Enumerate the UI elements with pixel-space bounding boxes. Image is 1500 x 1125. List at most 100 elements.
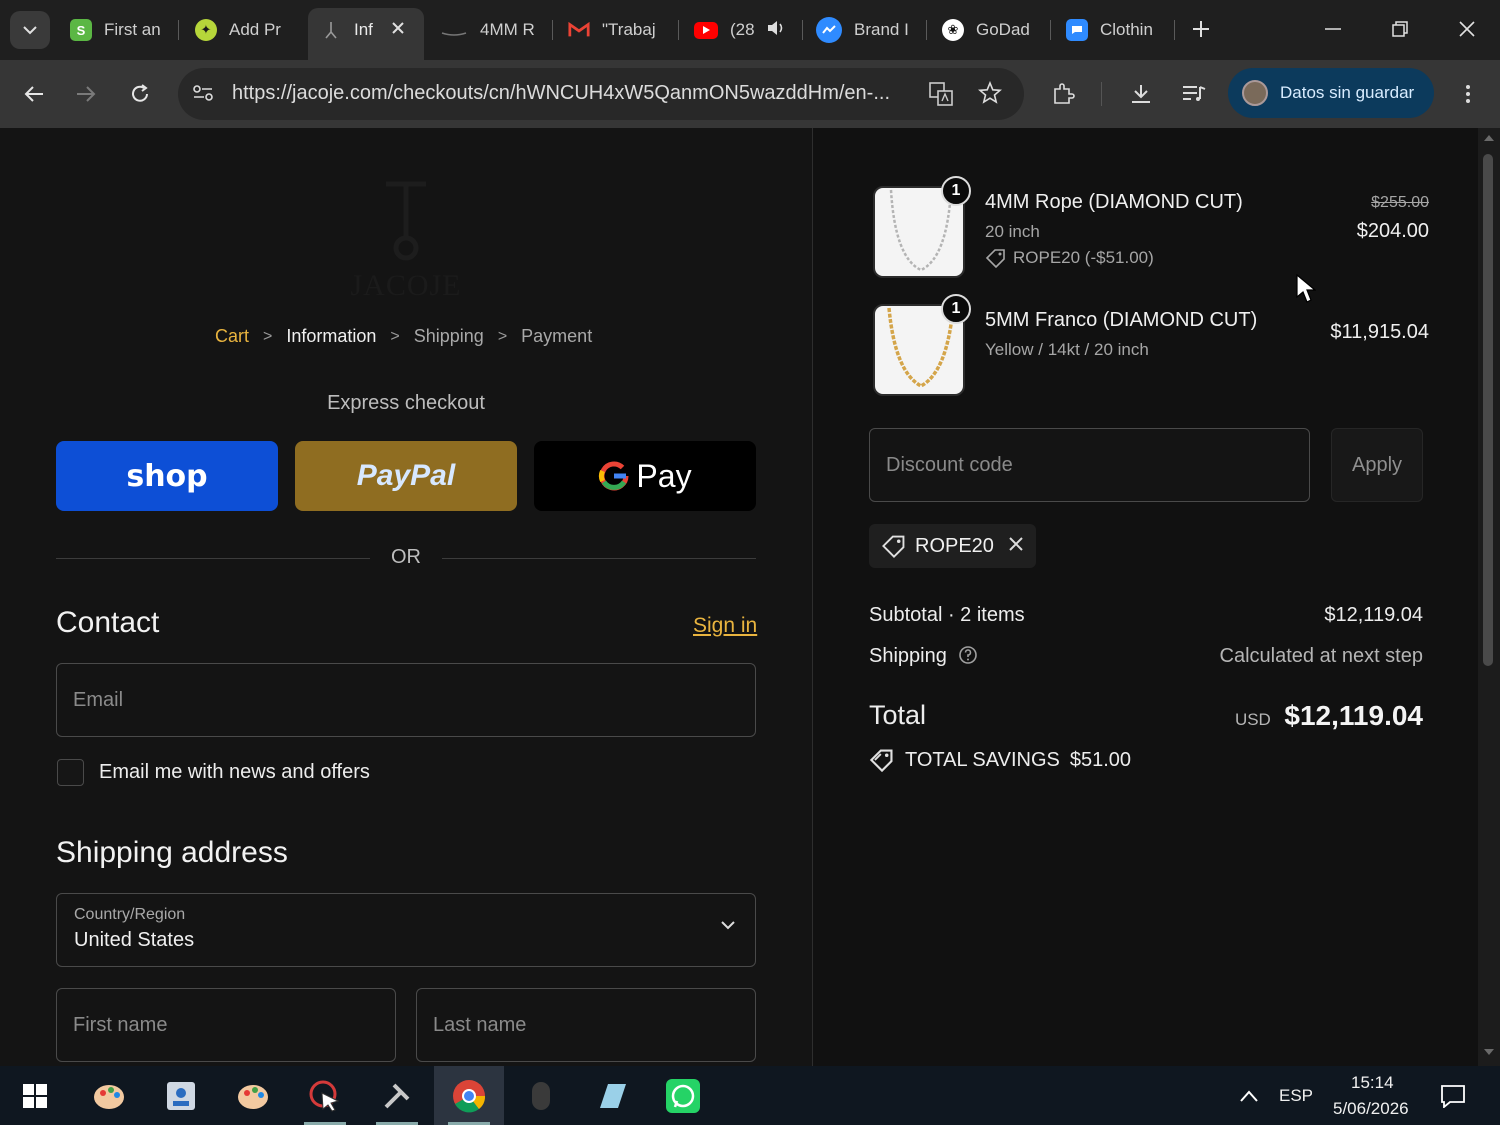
close-window-button[interactable] [1452, 14, 1482, 44]
shop-pay-label: shop [126, 458, 208, 494]
taskbar-app-paint-2[interactable] [218, 1066, 288, 1125]
shop-pay-button[interactable]: shop [56, 441, 278, 511]
notes-icon [600, 1083, 626, 1108]
close-tab-icon[interactable] [391, 20, 405, 40]
sign-in-link[interactable]: Sign in [693, 614, 757, 638]
paypal-button[interactable]: PayPal [295, 441, 517, 511]
breadcrumb-shipping: Shipping [413, 326, 484, 346]
translate-icon[interactable] [928, 81, 954, 112]
tab-clothing[interactable]: Clothin [1066, 8, 1162, 52]
store-logo[interactable]: JACOJE [350, 180, 462, 302]
browser-menu-button[interactable] [1452, 78, 1484, 110]
profile-button[interactable]: Datos sin guardar [1228, 68, 1434, 118]
applied-discount-chip: ROPE20 [869, 524, 1036, 568]
tab-separator [926, 20, 927, 40]
tab-information-active[interactable]: Inf [308, 8, 424, 60]
language-indicator[interactable]: ESP [1279, 1086, 1313, 1106]
remove-discount-icon[interactable] [1008, 535, 1024, 558]
openai-icon: ❀ [942, 19, 964, 41]
scrollbar-thumb[interactable] [1483, 154, 1493, 666]
palette-icon [238, 1084, 268, 1109]
back-button[interactable] [18, 78, 50, 110]
kebab-menu-icon [1466, 85, 1470, 103]
speaker-icon[interactable] [767, 20, 785, 41]
notification-icon[interactable] [1440, 1084, 1466, 1108]
tray-chevron-up-icon[interactable] [1240, 1090, 1258, 1102]
subtotal-value: $12,119.04 [1324, 604, 1423, 626]
scroll-down-icon[interactable] [1483, 1048, 1495, 1056]
start-button[interactable] [0, 1066, 70, 1125]
arrow-left-icon [24, 86, 43, 102]
windows-icon [23, 1083, 47, 1108]
tab-title: Inf [354, 20, 373, 39]
page-scrollbar[interactable] [1478, 128, 1500, 1066]
order-summary: 1 4MM Rope (DIAMOND CUT) 20 inch ROPE20 … [813, 128, 1478, 1066]
site-info-icon[interactable] [192, 83, 214, 108]
tab-add-product[interactable]: ✦ Add Pr [195, 8, 290, 52]
discount-placeholder: Discount code [886, 453, 1013, 476]
scroll-up-icon[interactable] [1483, 134, 1495, 142]
tab-title: Brand I [854, 20, 909, 39]
paypal-label: PayPal [356, 459, 456, 492]
clock-date[interactable]: 5/06/2026 [1333, 1099, 1409, 1119]
tab-4mm-rope[interactable]: 4MM R [440, 8, 540, 52]
divider-line [56, 558, 370, 559]
news-offers-row[interactable]: Email me with news and offers [57, 759, 370, 786]
tab-separator [1174, 20, 1175, 40]
tab-first[interactable]: S First an [70, 8, 162, 52]
downloads-button[interactable] [1125, 78, 1157, 110]
whatsapp-icon [666, 1078, 700, 1113]
breadcrumb: Cart > Information > Shipping > Payment [215, 326, 592, 347]
tag-icon [882, 535, 905, 558]
savings-tag-icon [869, 749, 893, 772]
contact-card-icon [167, 1081, 195, 1110]
news-offers-checkbox[interactable] [57, 759, 84, 786]
tab-brand[interactable]: Brand I [816, 8, 916, 52]
clock-time[interactable]: 15:14 [1351, 1073, 1394, 1093]
google-pay-button[interactable]: Pay [534, 441, 756, 511]
shipping-address-heading: Shipping address [56, 836, 288, 869]
google-g-icon [599, 461, 629, 491]
taskbar-app-tool[interactable] [362, 1066, 432, 1125]
last-name-field[interactable]: Last name [416, 988, 756, 1062]
gmail-icon [568, 19, 590, 41]
mouse-cursor-icon [1296, 274, 1316, 303]
checkout-page: JACOJE Cart > Information > Shipping > P… [0, 128, 1478, 1066]
email-field[interactable]: Email [56, 663, 756, 737]
taskbar-app-paint[interactable] [74, 1066, 144, 1125]
chat-icon [1066, 19, 1088, 41]
discount-code-input[interactable]: Discount code [869, 428, 1310, 502]
chain-icon [440, 19, 468, 41]
taskbar-app-notes[interactable] [576, 1066, 646, 1125]
taskbar-app-mouse[interactable] [506, 1066, 576, 1125]
playlist-icon [1183, 86, 1206, 101]
tab-gmail[interactable]: "Trabaj [568, 8, 668, 52]
media-controls-button[interactable] [1178, 78, 1210, 110]
chrome-icon [453, 1079, 486, 1112]
minimize-button[interactable] [1318, 14, 1348, 44]
reload-button[interactable] [124, 78, 156, 110]
country-select[interactable]: Country/Region United States [56, 893, 756, 967]
tab-search-button[interactable] [10, 11, 50, 49]
tab-title: (28 [730, 20, 755, 39]
breadcrumb-cart[interactable]: Cart [215, 326, 249, 347]
taskbar-app-contacts[interactable] [146, 1066, 216, 1125]
reload-icon [132, 84, 148, 102]
checkout-form-column: JACOJE Cart > Information > Shipping > P… [0, 128, 812, 1066]
new-tab-button[interactable] [1186, 14, 1216, 44]
taskbar-app-whatsapp[interactable] [648, 1066, 718, 1125]
apply-discount-button[interactable]: Apply [1331, 428, 1423, 502]
extensions-button[interactable] [1047, 78, 1079, 110]
tab-youtube[interactable]: (28 [694, 8, 790, 52]
help-circle-icon[interactable] [958, 645, 978, 665]
forward-button[interactable] [70, 78, 102, 110]
tab-godaddy[interactable]: ❀ GoDad [942, 8, 1038, 52]
logo-text: JACOJE [350, 269, 462, 302]
taskbar-app-cursor[interactable] [290, 1066, 360, 1125]
taskbar-app-chrome[interactable] [434, 1066, 504, 1125]
restore-button[interactable] [1385, 14, 1415, 44]
bookmark-star-icon[interactable] [977, 80, 1003, 110]
address-bar[interactable]: https://jacoje.com/checkouts/cn/hWNCUH4x… [178, 68, 1024, 120]
minimize-icon [1325, 28, 1341, 30]
first-name-field[interactable]: First name [56, 988, 396, 1062]
